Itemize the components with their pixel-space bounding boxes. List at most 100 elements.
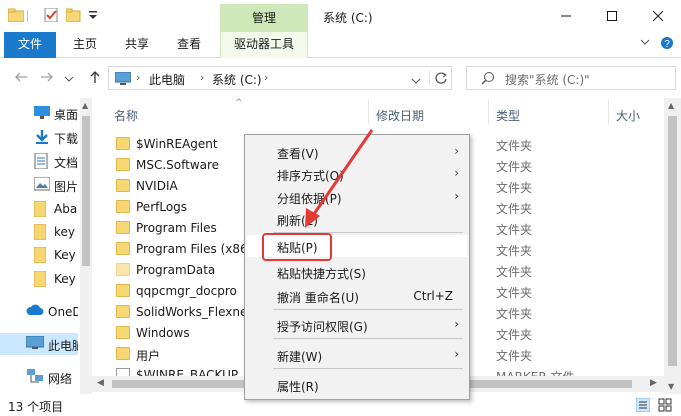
properties-icon[interactable] bbox=[44, 7, 60, 23]
breadcrumb-c-drive[interactable]: 系统 (C:) bbox=[212, 71, 262, 88]
nav-item-folder-key2[interactable]: Key bbox=[0, 244, 78, 266]
tab-drive-tools[interactable]: 驱动器工具 bbox=[220, 32, 308, 58]
annotation-highlight-box bbox=[262, 233, 332, 261]
cloud-icon bbox=[26, 304, 44, 319]
folder-icon bbox=[116, 242, 130, 255]
folder-icon bbox=[33, 270, 50, 288]
nav-scrollbar-thumb[interactable] bbox=[82, 116, 90, 266]
breadcrumb-this-pc[interactable]: 此电脑 bbox=[149, 71, 185, 88]
recent-locations-icon[interactable] bbox=[64, 72, 74, 88]
back-icon[interactable] bbox=[14, 70, 28, 88]
file-explorer-icon bbox=[7, 8, 25, 23]
refresh-icon[interactable] bbox=[429, 71, 448, 85]
address-dropdown-icon[interactable] bbox=[411, 75, 421, 89]
menu-separator bbox=[273, 368, 463, 369]
minimize-button[interactable] bbox=[543, 0, 589, 32]
folder-icon bbox=[33, 223, 50, 241]
up-icon[interactable] bbox=[88, 70, 102, 88]
column-header-date[interactable]: 修改日期 bbox=[376, 107, 424, 124]
menu-separator bbox=[273, 338, 463, 339]
menu-item-new[interactable]: 新建(W) › bbox=[247, 344, 467, 366]
breadcrumb-sep-icon: › bbox=[264, 71, 269, 84]
nav-item-this-pc[interactable]: 此电脑 bbox=[0, 333, 78, 355]
maximize-button[interactable] bbox=[589, 0, 635, 32]
folder-icon bbox=[116, 179, 130, 192]
menu-item-paste-shortcut[interactable]: 粘贴快捷方式(S) bbox=[247, 261, 467, 283]
search-icon bbox=[481, 71, 495, 88]
scroll-up-icon[interactable]: ▲ bbox=[82, 101, 88, 110]
undo-shortcut: Ctrl+Z bbox=[413, 289, 453, 303]
scroll-up-icon[interactable]: ▲ bbox=[668, 101, 674, 110]
tab-home[interactable]: 主页 bbox=[64, 32, 106, 58]
large-icons-view-icon[interactable] bbox=[658, 398, 672, 415]
chevron-right-icon: › bbox=[454, 144, 459, 158]
svg-text:?: ? bbox=[664, 39, 670, 50]
new-folder-icon[interactable] bbox=[65, 8, 82, 23]
nav-item-folder-aba[interactable]: Aba bbox=[0, 198, 78, 220]
tab-manage[interactable]: 管理 bbox=[220, 4, 308, 32]
scroll-down-icon[interactable]: ▼ bbox=[668, 382, 674, 391]
menu-item-properties[interactable]: 属性(R) bbox=[247, 374, 467, 396]
address-bar[interactable]: › 此电脑 › 系统 (C:) › bbox=[108, 66, 452, 90]
maximize-icon bbox=[607, 11, 617, 21]
breadcrumb-sep-icon: › bbox=[136, 71, 141, 84]
nav-item-folder-key3[interactable]: Key bbox=[0, 268, 78, 290]
menu-item-undo-rename[interactable]: 撤消 重命名(U) Ctrl+Z bbox=[247, 285, 467, 307]
nav-item-pictures[interactable]: 图片 bbox=[0, 174, 78, 196]
scroll-right-icon[interactable]: ▶ bbox=[650, 378, 657, 388]
chevron-right-icon: › bbox=[454, 166, 459, 180]
customize-qa-icon[interactable] bbox=[88, 10, 104, 24]
folder-icon bbox=[116, 200, 130, 213]
help-icon[interactable]: ? bbox=[660, 36, 674, 53]
minimize-icon bbox=[561, 15, 571, 17]
document-icon bbox=[34, 152, 50, 170]
forward-icon[interactable] bbox=[40, 70, 54, 88]
menu-item-refresh[interactable]: 刷新(E) bbox=[247, 208, 467, 230]
menu-item-sort-by[interactable]: 排序方式(O) › bbox=[247, 163, 467, 185]
vertical-scrollbar[interactable]: ▲ ▼ bbox=[664, 98, 681, 394]
nav-item-downloads[interactable]: 下载 bbox=[0, 126, 78, 148]
picture-icon bbox=[33, 176, 51, 192]
desktop-icon bbox=[34, 105, 50, 120]
folder-icon bbox=[33, 246, 50, 264]
folder-icon bbox=[116, 347, 130, 360]
folder-icon bbox=[116, 284, 130, 297]
separator bbox=[27, 10, 28, 22]
nav-item-onedrive[interactable]: OneD bbox=[0, 301, 78, 323]
download-icon bbox=[34, 129, 50, 144]
nav-item-desktop[interactable]: 桌面 bbox=[0, 102, 78, 124]
folder-icon bbox=[116, 221, 130, 234]
address-row: › 此电脑 › 系统 (C:) › 搜索"系统 (C:)" bbox=[0, 58, 681, 98]
column-separator[interactable] bbox=[368, 100, 369, 124]
folder-icon bbox=[116, 158, 130, 171]
column-header-name[interactable]: 名称 bbox=[114, 107, 138, 124]
chevron-right-icon: › bbox=[454, 347, 459, 361]
search-placeholder: 搜索"系统 (C:)" bbox=[505, 73, 590, 87]
tab-share[interactable]: 共享 bbox=[116, 32, 158, 58]
scroll-left-icon[interactable]: ◀ bbox=[97, 378, 104, 388]
computer-icon bbox=[25, 335, 45, 351]
title-bar: 管理 系统 (C:) bbox=[0, 0, 681, 32]
nav-item-documents[interactable]: 文档 bbox=[0, 150, 78, 172]
column-separator[interactable] bbox=[488, 100, 489, 124]
column-header-size[interactable]: 大小 bbox=[616, 107, 640, 124]
nav-scrollbar[interactable]: ▲ bbox=[80, 98, 92, 394]
details-view-icon[interactable] bbox=[635, 397, 651, 415]
nav-item-folder-key1[interactable]: key bbox=[0, 221, 78, 243]
sort-up-icon: ^ bbox=[235, 98, 243, 108]
folder-icon bbox=[116, 137, 130, 150]
column-header-type[interactable]: 类型 bbox=[496, 107, 520, 124]
close-button[interactable] bbox=[635, 0, 681, 32]
menu-item-view[interactable]: 查看(V) › bbox=[247, 141, 467, 163]
chevron-right-icon: › bbox=[454, 189, 459, 203]
nav-item-network[interactable]: 网络 bbox=[0, 366, 78, 388]
column-separator[interactable] bbox=[608, 100, 609, 124]
network-icon bbox=[26, 369, 43, 384]
search-input[interactable]: 搜索"系统 (C:)" bbox=[466, 66, 676, 90]
tab-file[interactable]: 文件 bbox=[4, 32, 56, 58]
menu-item-group-by[interactable]: 分组依据(P) › bbox=[247, 186, 467, 208]
tab-view[interactable]: 查看 bbox=[168, 32, 210, 58]
vertical-scrollbar-thumb[interactable] bbox=[668, 116, 677, 366]
expand-ribbon-icon[interactable] bbox=[640, 37, 650, 50]
menu-item-give-access[interactable]: 授予访问权限(G) › bbox=[247, 314, 467, 336]
